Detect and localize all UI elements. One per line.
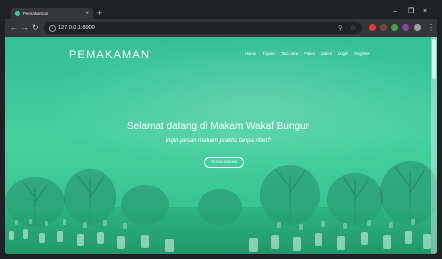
extension-icon[interactable]	[391, 23, 398, 31]
nav-link-galeri[interactable]: Galeri	[321, 51, 332, 56]
tab-close-icon[interactable]: ×	[85, 11, 89, 17]
forward-button[interactable]: →	[21, 22, 29, 33]
nav-link-register[interactable]: Register	[354, 51, 370, 56]
nav-link-login[interactable]: Login	[338, 51, 348, 56]
site-navigation: Home Tujuan Tata cara Paket Galeri Login…	[245, 51, 370, 56]
nav-link-home[interactable]: Home	[245, 51, 256, 56]
browser-window: Pemakaman × + – ❐ × ← → ↻ i 127.0.0.1:80…	[5, 5, 437, 254]
nav-link-tata-cara[interactable]: Tata cara	[281, 51, 298, 56]
page-scrollbar[interactable]	[431, 37, 437, 254]
browser-toolbar: ← → ↻ i 127.0.0.1:8000 ⚲ ☆ ⋮	[5, 19, 437, 37]
order-grave-button[interactable]: PESAN MAKAM	[204, 157, 244, 168]
nav-link-tujuan[interactable]: Tujuan	[262, 51, 275, 56]
hero-title: Selamat datang di Makam Wakaf Bungur	[127, 121, 309, 132]
extension-icon[interactable]	[380, 23, 387, 31]
close-window-button[interactable]: ×	[423, 7, 427, 17]
url-text: 127.0.0.1:8000	[58, 24, 95, 31]
info-icon[interactable]: i	[49, 25, 56, 32]
scrollbar-thumb[interactable]	[432, 39, 436, 79]
site-brand-logo[interactable]: PEMAKAMAN	[69, 49, 150, 61]
extension-icon[interactable]	[369, 23, 376, 31]
page-viewport: PEMAKAMAN Home Tujuan Tata cara Paket Ga…	[5, 37, 437, 254]
hero-subtitle: Ingin pesan makam praktis tanpa ribet?	[165, 138, 271, 144]
extension-icon[interactable]	[402, 23, 409, 31]
minimize-button[interactable]: –	[393, 7, 397, 17]
back-button[interactable]: ←	[10, 22, 18, 33]
maximize-button[interactable]: ❐	[408, 7, 414, 17]
new-tab-button[interactable]: +	[97, 8, 102, 18]
address-bar[interactable]: i 127.0.0.1:8000 ⚲ ☆	[44, 22, 362, 34]
tab-title: Pemakaman	[23, 11, 49, 16]
tab-strip: Pemakaman × + – ❐ ×	[5, 5, 437, 19]
nav-link-paket[interactable]: Paket	[304, 51, 315, 56]
profile-avatar-icon[interactable]	[414, 23, 421, 31]
browser-tab[interactable]: Pemakaman ×	[11, 8, 93, 19]
zoom-icon[interactable]: ⚲	[338, 24, 343, 33]
reload-button[interactable]: ↻	[32, 22, 39, 33]
bookmark-star-icon[interactable]: ☆	[350, 24, 356, 33]
favicon-icon	[15, 11, 20, 16]
headstones	[9, 219, 431, 252]
menu-kebab-icon[interactable]: ⋮	[427, 22, 435, 33]
